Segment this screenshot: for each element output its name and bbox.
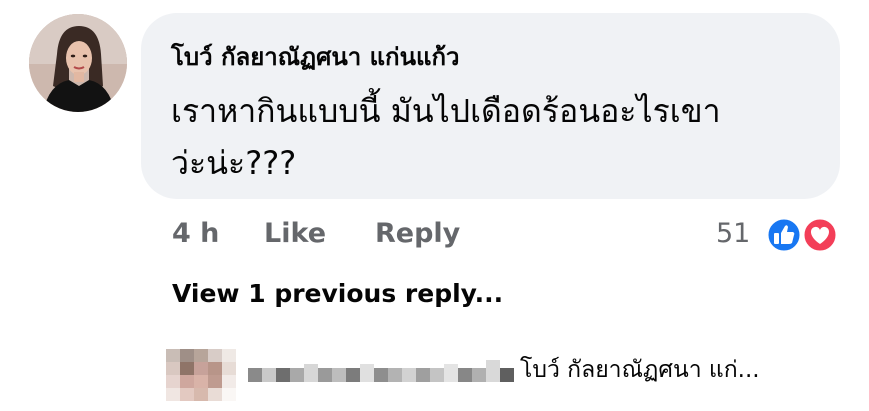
- reaction-count[interactable]: 51: [716, 214, 750, 254]
- comment-timestamp[interactable]: 4 h: [172, 214, 219, 254]
- reaction-icons[interactable]: [764, 216, 842, 254]
- love-icon: [801, 216, 839, 254]
- view-previous-reply-link[interactable]: View 1 previous reply...: [172, 276, 503, 312]
- reply-avatar[interactable]: [166, 349, 236, 401]
- like-icon: [765, 216, 803, 254]
- like-button[interactable]: Like: [264, 214, 326, 254]
- comment-bubble: โบว์ กัลยาณัฏศนา แก่นแก้ว เราหากินแบบนี้…: [141, 13, 840, 199]
- avatar-photo: [29, 14, 127, 112]
- reply-preview-text[interactable]: โบว์ กัลยาณัฏศนา แก่...: [520, 350, 760, 390]
- comment-text: เราหากินแบบนี้ มันไปเดือดร้อนอะไรเขาว่ะน…: [171, 92, 721, 182]
- commenter-avatar[interactable]: [29, 14, 127, 112]
- comment-author-name[interactable]: โบว์ กัลยาณัฏศนา แก่นแก้ว: [171, 41, 459, 73]
- reply-author-name-redacted: [248, 352, 514, 394]
- reply-button[interactable]: Reply: [375, 214, 460, 254]
